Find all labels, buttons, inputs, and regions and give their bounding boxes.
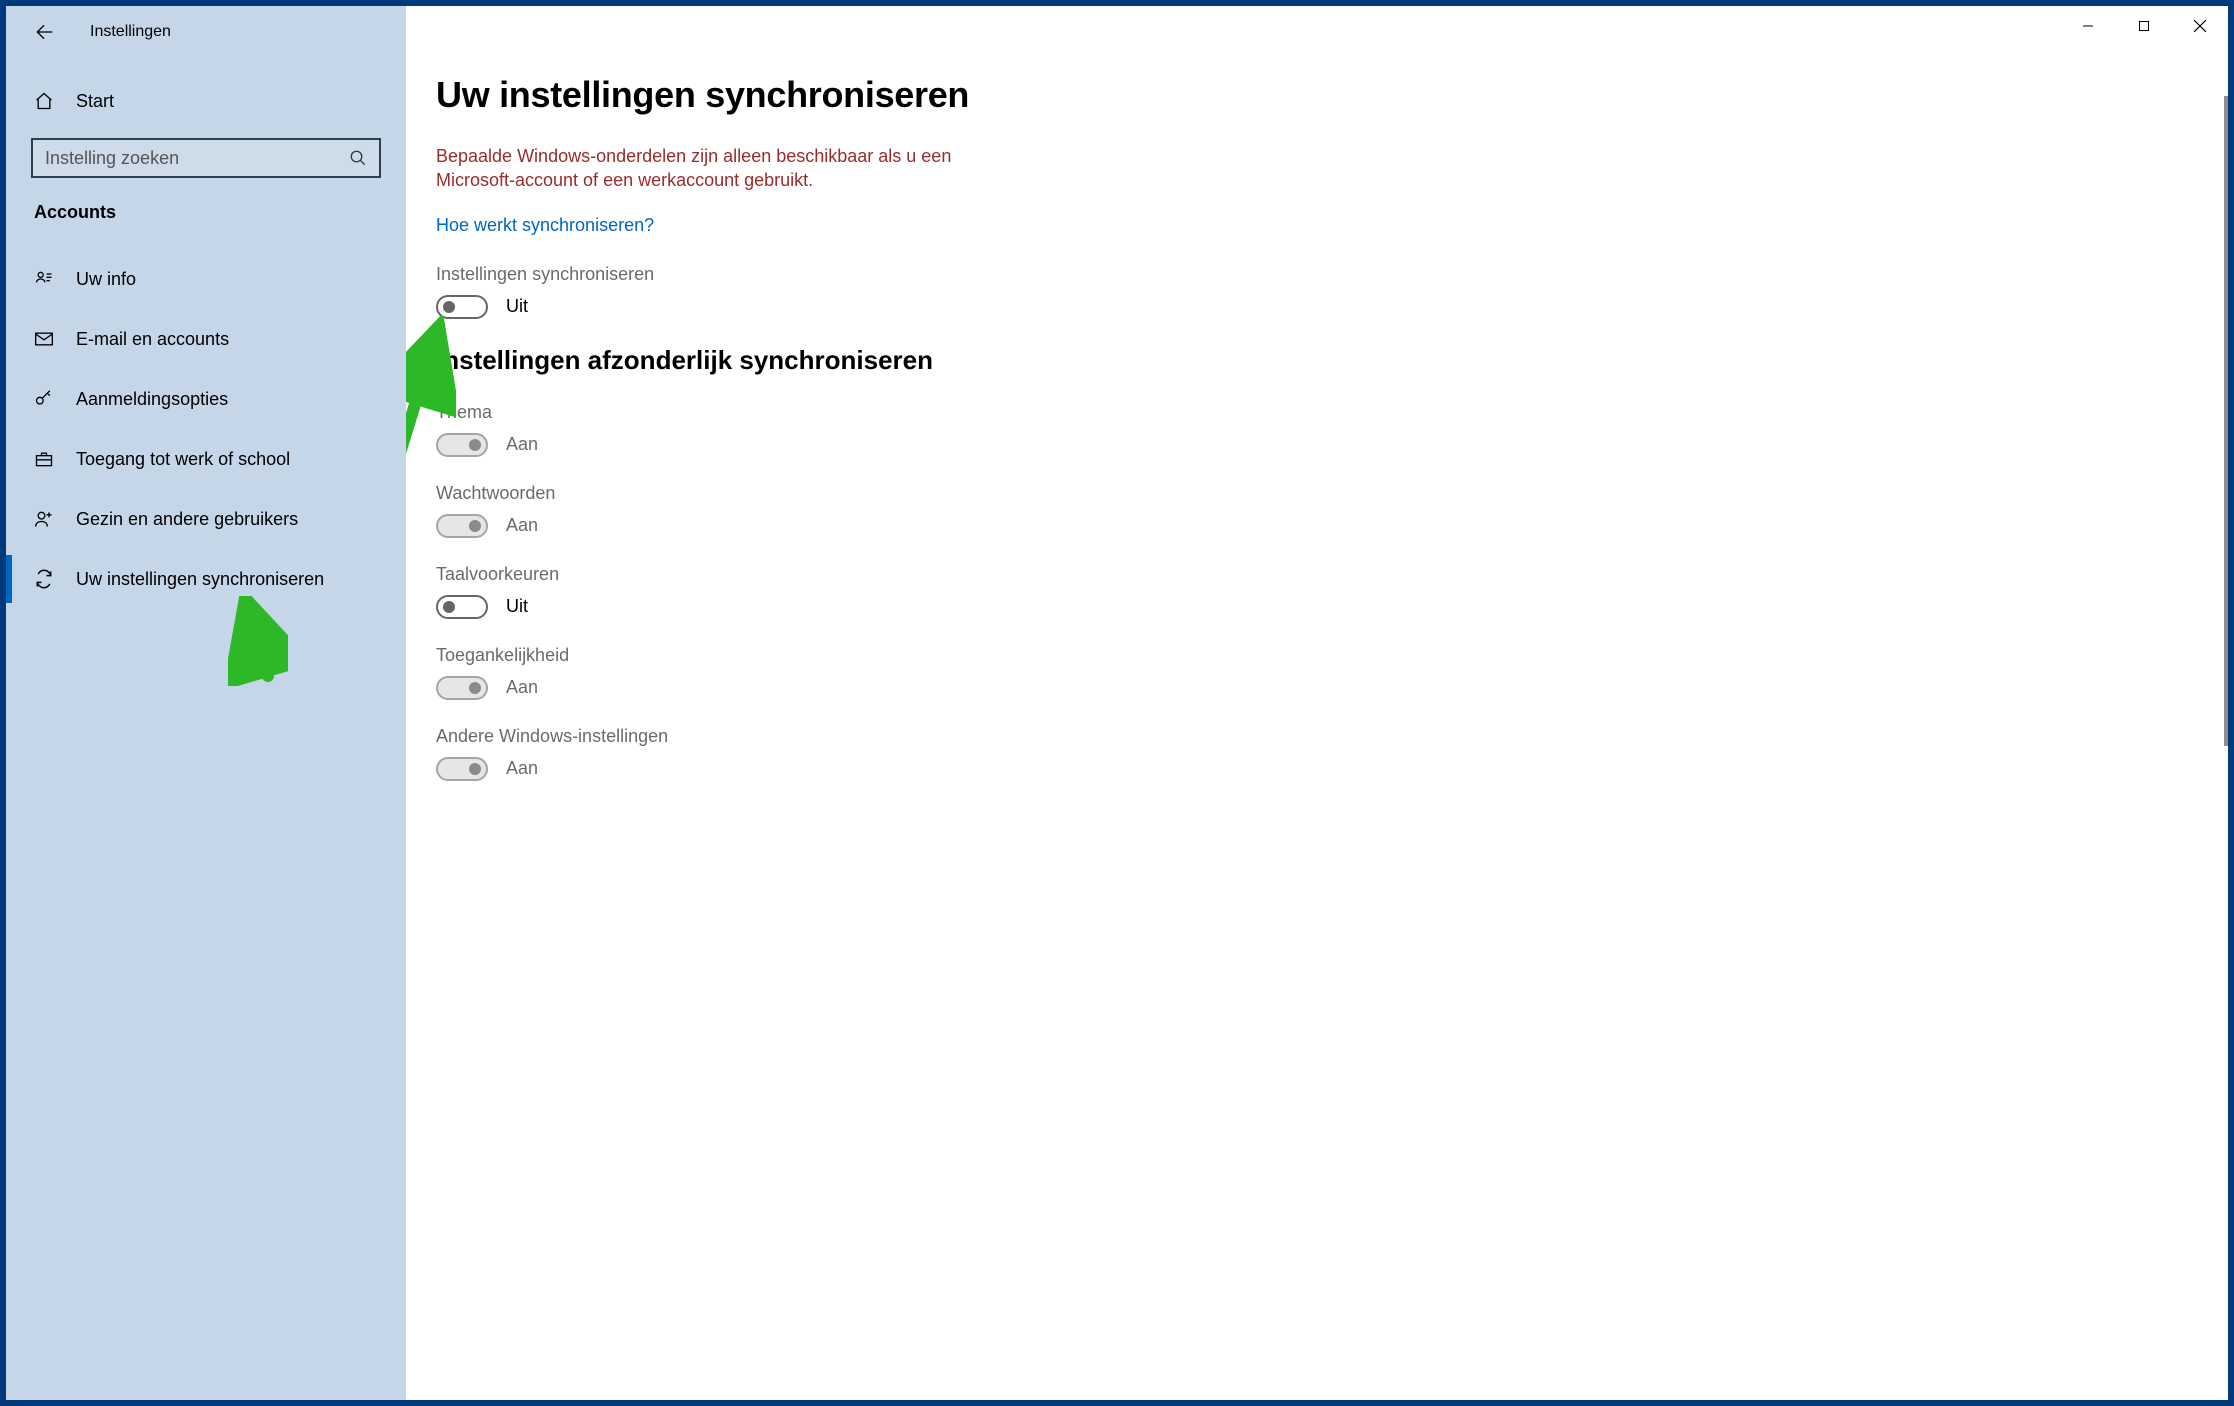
sidebar-item-family-users[interactable]: Gezin en andere gebruikers [6, 489, 406, 549]
key-icon [34, 389, 54, 409]
search-box[interactable] [31, 138, 381, 178]
section-title: Instellingen afzonderlijk synchroniseren [436, 345, 1336, 376]
sidebar: Instellingen Start Accounts Uw info E-mai… [6, 6, 406, 1400]
sidebar-header: Instellingen [6, 6, 406, 58]
toggle-label-lang: Taalvoorkeuren [436, 564, 1336, 585]
sidebar-item-label: E-mail en accounts [76, 329, 229, 350]
scroll-thumb[interactable] [2224, 96, 2228, 746]
maximize-button[interactable] [2116, 6, 2172, 46]
toggle-label-theme: Thema [436, 402, 1336, 423]
settings-window: Instellingen Start Accounts Uw info E-mai… [6, 6, 2228, 1400]
home-button[interactable]: Start [6, 76, 406, 126]
close-button[interactable] [2172, 6, 2228, 46]
sidebar-item-your-info[interactable]: Uw info [6, 249, 406, 309]
toggle-row-theme: Aan [436, 433, 1336, 457]
toggle-accessibility [436, 676, 488, 700]
category-header: Accounts [6, 178, 406, 239]
sidebar-item-label: Aanmeldingsopties [76, 389, 228, 410]
scrollbar[interactable] [2224, 6, 2228, 1400]
help-link[interactable]: Hoe werkt synchroniseren? [436, 215, 654, 236]
toggle-lang[interactable] [436, 595, 488, 619]
master-toggle-label: Instellingen synchroniseren [436, 264, 1336, 285]
toggle-other [436, 757, 488, 781]
toggle-state-lang: Uit [506, 596, 528, 617]
sub-toggles: Thema Aan Wachtwoorden Aan Taalvoorkeuren Uit… [436, 402, 1336, 781]
master-toggle-row: Uit [436, 295, 1336, 319]
toggle-state-other: Aan [506, 758, 538, 779]
toggle-passwords [436, 514, 488, 538]
sidebar-item-sync-settings[interactable]: Uw instellingen synchroniseren [6, 549, 406, 609]
app-title: Instellingen [90, 23, 171, 41]
mail-icon [34, 329, 54, 349]
sidebar-item-label: Toegang tot werk of school [76, 449, 290, 470]
toggle-state-passwords: Aan [506, 515, 538, 536]
briefcase-icon [34, 449, 54, 469]
master-toggle[interactable] [436, 295, 488, 319]
home-icon [34, 91, 54, 111]
sidebar-item-work-school[interactable]: Toegang tot werk of school [6, 429, 406, 489]
toggle-state-theme: Aan [506, 434, 538, 455]
toggle-row-lang: Uit [436, 595, 1336, 619]
toggle-label-passwords: Wachtwoorden [436, 483, 1336, 504]
search-input[interactable] [45, 148, 349, 169]
sidebar-item-label: Gezin en andere gebruikers [76, 509, 298, 530]
content: Uw instellingen synchroniseren Bepaalde … [406, 58, 1366, 837]
minimize-button[interactable] [2060, 6, 2116, 46]
master-toggle-state: Uit [506, 296, 528, 317]
toggle-row-passwords: Aan [436, 514, 1336, 538]
sidebar-item-email-accounts[interactable]: E-mail en accounts [6, 309, 406, 369]
sidebar-item-label: Uw info [76, 269, 136, 290]
nav-list: Uw info E-mail en accounts Aanmeldingsopti… [6, 249, 406, 609]
page-title: Uw instellingen synchroniseren [436, 74, 1336, 116]
toggle-label-accessibility: Toegankelijkheid [436, 645, 1336, 666]
main-panel: Uw instellingen synchroniseren Bepaalde … [406, 6, 2228, 1400]
sync-icon [34, 569, 54, 589]
toggle-row-other: Aan [436, 757, 1336, 781]
toggle-label-other: Andere Windows-instellingen [436, 726, 1336, 747]
person-plus-icon [34, 509, 54, 529]
search-icon [349, 149, 367, 167]
toggle-theme [436, 433, 488, 457]
warning-text: Bepaalde Windows-onderdelen zijn alleen … [436, 144, 996, 193]
toggle-row-accessibility: Aan [436, 676, 1336, 700]
toggle-state-accessibility: Aan [506, 677, 538, 698]
person-card-icon [34, 269, 54, 289]
back-button[interactable] [34, 22, 54, 42]
sidebar-item-label: Uw instellingen synchroniseren [76, 569, 324, 590]
sidebar-item-signin-options[interactable]: Aanmeldingsopties [6, 369, 406, 429]
title-bar [406, 6, 2228, 58]
home-label: Start [76, 91, 114, 112]
